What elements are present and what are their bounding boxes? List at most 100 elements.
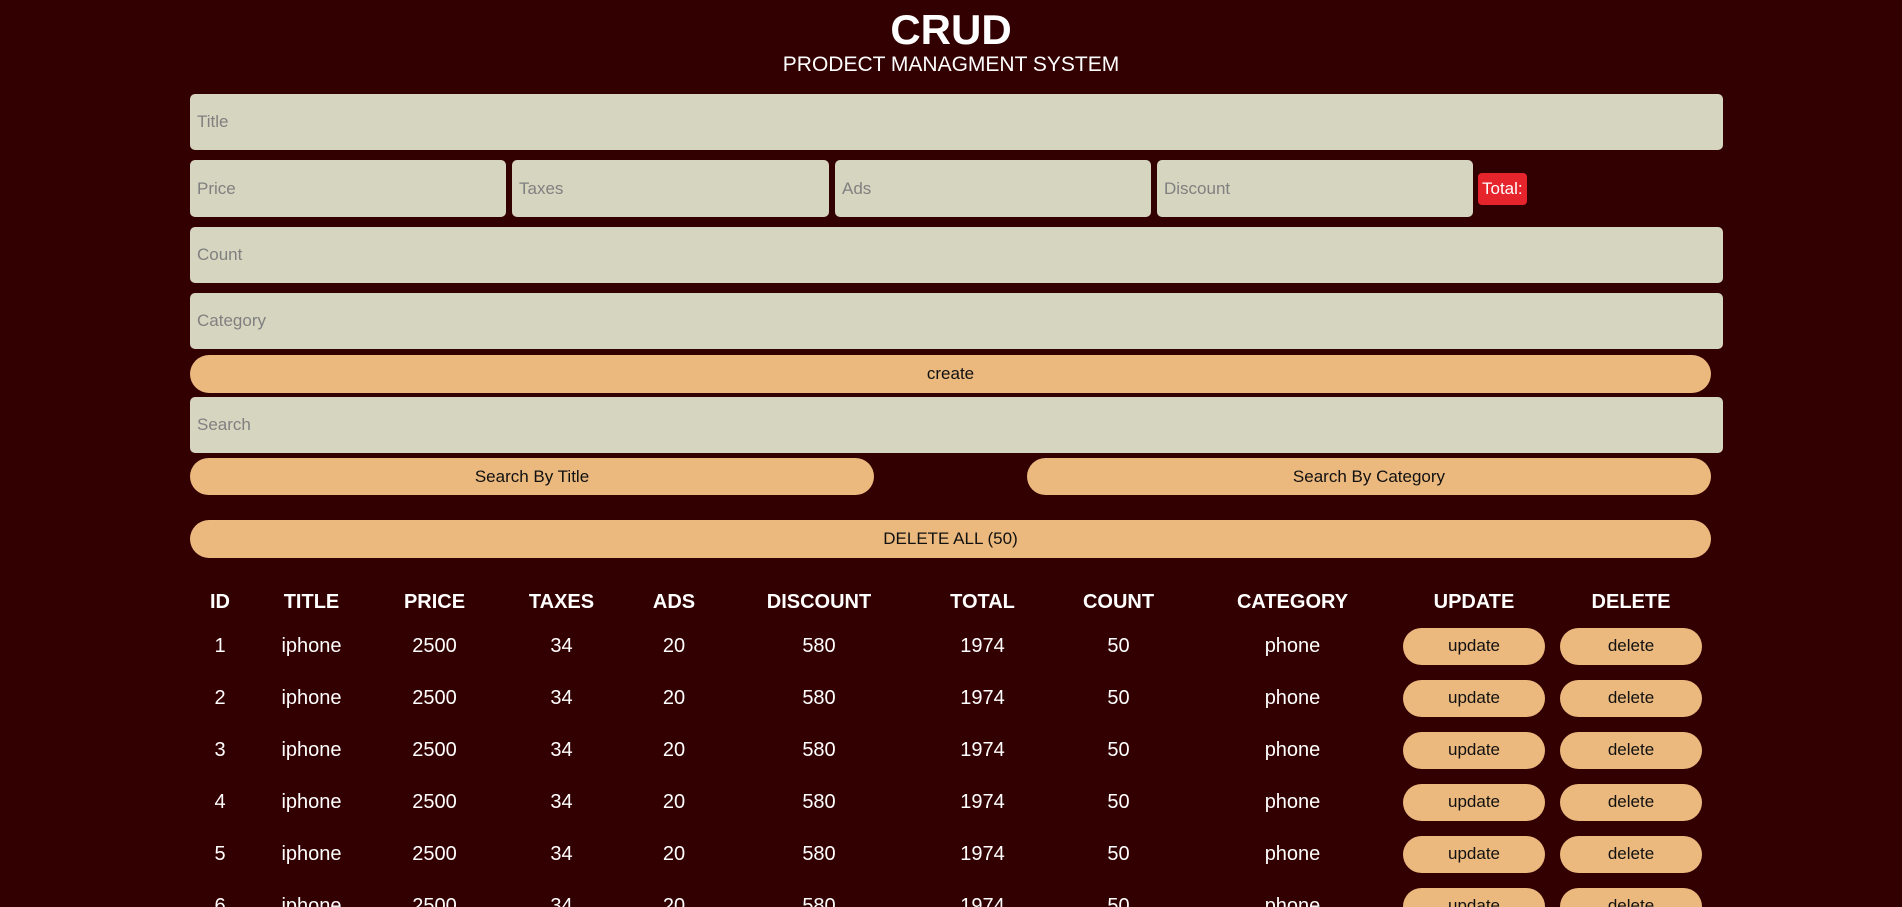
cell-price: 2500 (412, 894, 457, 907)
cell-total: 1974 (960, 738, 1005, 761)
cell-price: 2500 (412, 634, 457, 657)
count-input[interactable] (190, 227, 1723, 283)
total-badge: Total: (1478, 173, 1527, 205)
update-button[interactable]: update (1403, 679, 1545, 717)
cell-update: update (1396, 828, 1552, 880)
cell-id: 1 (214, 634, 226, 657)
delete-all-button[interactable]: DELETE ALL (50) (190, 520, 1711, 558)
page-title: CRUD (890, 6, 1012, 53)
update-button[interactable]: update (1403, 783, 1545, 821)
cell-category: phone (1264, 790, 1321, 813)
cell-category: phone (1264, 634, 1321, 657)
cell-title: iphone (281, 842, 342, 865)
table-row: 5 iphone 2500 34 20 580 1974 50 phone up… (190, 828, 1710, 880)
cell-total: 1974 (960, 894, 1005, 907)
cell-id: 5 (214, 842, 226, 865)
cell-discount: 580 (802, 894, 836, 907)
cell-discount: 580 (802, 842, 836, 865)
create-button[interactable]: create (190, 355, 1711, 393)
header-discount: DISCOUNT (766, 590, 872, 613)
cell-taxes: 34 (550, 894, 573, 907)
cell-price: 2500 (412, 686, 457, 709)
delete-button[interactable]: delete (1560, 731, 1702, 769)
products-table: ID TITLE PRICE TAXES ADS DISCOUNT TOTAL … (190, 584, 1710, 907)
cell-discount: 580 (802, 634, 836, 657)
cell-ads: 20 (662, 738, 686, 761)
cell-count: 50 (1107, 634, 1130, 657)
cell-category: phone (1264, 842, 1321, 865)
cell-title: iphone (281, 790, 342, 813)
search-input[interactable] (190, 397, 1723, 453)
cell-price: 2500 (412, 790, 457, 813)
delete-button[interactable]: delete (1560, 835, 1702, 873)
cell-price: 2500 (412, 738, 457, 761)
table-row: 4 iphone 2500 34 20 580 1974 50 phone up… (190, 776, 1710, 828)
delete-button[interactable]: delete (1560, 783, 1702, 821)
delete-button[interactable]: delete (1560, 627, 1702, 665)
discount-input[interactable] (1157, 160, 1473, 217)
cell-id: 2 (214, 686, 226, 709)
cell-total: 1974 (960, 634, 1005, 657)
cell-total: 1974 (960, 790, 1005, 813)
cell-taxes: 34 (550, 842, 573, 865)
cell-count: 50 (1107, 790, 1130, 813)
cell-category: phone (1264, 738, 1321, 761)
cell-update: update (1396, 724, 1552, 776)
cell-update: update (1396, 672, 1552, 724)
cell-title: iphone (281, 738, 342, 761)
table-row: 3 iphone 2500 34 20 580 1974 50 phone up… (190, 724, 1710, 776)
header-total: TOTAL (950, 590, 1015, 613)
cell-taxes: 34 (550, 790, 573, 813)
cell-count: 50 (1107, 894, 1130, 907)
header-taxes: TAXES (528, 590, 595, 613)
cell-discount: 580 (802, 738, 836, 761)
cell-taxes: 34 (550, 738, 573, 761)
header-delete: DELETE (1591, 590, 1671, 613)
header-count: COUNT (1082, 590, 1155, 613)
header-id: ID (210, 590, 230, 613)
update-button[interactable]: update (1403, 835, 1545, 873)
cell-ads: 20 (662, 634, 686, 657)
cell-delete: delete (1552, 828, 1710, 880)
cell-delete: delete (1552, 672, 1710, 724)
cell-total: 1974 (960, 686, 1005, 709)
cell-id: 4 (214, 790, 226, 813)
title-input[interactable] (190, 94, 1723, 150)
update-button[interactable]: update (1403, 731, 1545, 769)
cell-ads: 20 (662, 790, 686, 813)
cell-ads: 20 (662, 842, 686, 865)
cell-title: iphone (281, 894, 342, 907)
cell-ads: 20 (662, 686, 686, 709)
ads-input[interactable] (835, 160, 1151, 217)
header-title: TITLE (283, 590, 340, 613)
header-update: UPDATE (1433, 590, 1515, 613)
update-button[interactable]: update (1403, 627, 1545, 665)
cell-discount: 580 (802, 686, 836, 709)
cell-update: update (1396, 620, 1552, 672)
page-subtitle: PRODECT MANAGMENT SYSTEM (782, 53, 1120, 76)
table-row: 2 iphone 2500 34 20 580 1974 50 phone up… (190, 672, 1710, 724)
delete-button[interactable]: delete (1560, 679, 1702, 717)
crud-app: CRUD PRODECT MANAGMENT SYSTEM Total: cre… (0, 0, 1902, 907)
table-row: 1 iphone 2500 34 20 580 1974 50 phone up… (190, 620, 1710, 672)
search-by-title-button[interactable]: Search By Title (190, 458, 874, 495)
cell-update: update (1396, 776, 1552, 828)
delete-button[interactable]: delete (1560, 887, 1702, 907)
cell-title: iphone (281, 634, 342, 657)
cell-title: iphone (281, 686, 342, 709)
cell-id: 6 (214, 894, 226, 907)
cell-taxes: 34 (550, 634, 573, 657)
update-button[interactable]: update (1403, 887, 1545, 907)
taxes-input[interactable] (512, 160, 829, 217)
header-price: PRICE (403, 590, 466, 613)
cell-delete: delete (1552, 880, 1710, 907)
cell-category: phone (1264, 894, 1321, 907)
price-input[interactable] (190, 160, 506, 217)
cell-category: phone (1264, 686, 1321, 709)
cell-total: 1974 (960, 842, 1005, 865)
cell-discount: 580 (802, 790, 836, 813)
table-row: 6 iphone 2500 34 20 580 1974 50 phone up… (190, 880, 1710, 907)
cell-delete: delete (1552, 620, 1710, 672)
search-by-category-button[interactable]: Search By Category (1027, 458, 1711, 495)
category-input[interactable] (190, 293, 1723, 349)
